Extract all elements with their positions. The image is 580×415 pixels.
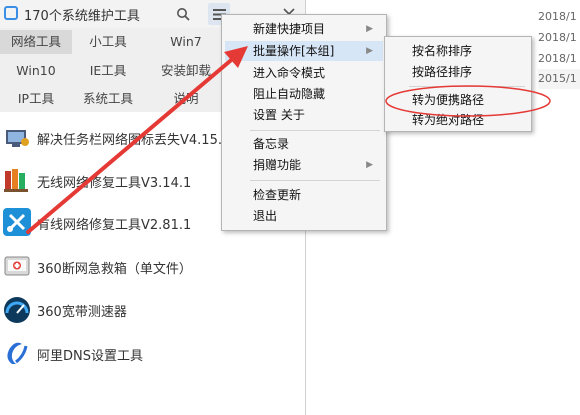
date-cell: 2015/1	[538, 69, 580, 89]
tab-win7[interactable]: Win7	[150, 30, 222, 54]
menu-item-check-update[interactable]: 检查更新	[225, 185, 383, 205]
tab-ie-tools[interactable]: IE工具	[72, 59, 144, 83]
menu-item-prevent-autohide[interactable]: 阻止自动隐藏	[225, 84, 383, 104]
menu-separator	[250, 130, 380, 131]
tool-label: 有线网络修复工具V2.81.1	[37, 218, 192, 233]
submenu-arrow-icon: ▶	[366, 24, 373, 34]
tab-instructions[interactable]: 说明	[150, 87, 222, 111]
menu-separator	[409, 86, 525, 87]
tab-ip-tools[interactable]: IP工具	[0, 87, 72, 111]
tab-install-uninstall[interactable]: 安装卸载	[150, 59, 222, 83]
submenu-arrow-icon: ▶	[366, 160, 373, 170]
menu-item-label: 设置 关于	[253, 108, 305, 122]
submenu-arrow-icon: ▶	[366, 46, 373, 56]
menu-separator	[250, 180, 380, 181]
menu-item-batch-operation[interactable]: 批量操作[本组] ▶	[225, 41, 383, 61]
app-title: 170个系统维护工具	[24, 9, 140, 24]
list-item[interactable]: 阿里DNS设置工具	[0, 334, 305, 374]
tab-system-tools[interactable]: 系统工具	[72, 87, 144, 111]
network-tray-icon	[6, 130, 29, 147]
tools-wrench-icon	[3, 208, 31, 236]
search-button[interactable]	[172, 3, 194, 25]
date-cell: 2018/1	[538, 10, 577, 23]
submenu-item-sort-by-name[interactable]: 按名称排序	[388, 41, 528, 61]
menu-item-command-mode[interactable]: 进入命令模式	[225, 63, 383, 83]
menu-item-memo[interactable]: 备忘录	[225, 134, 383, 154]
tab-win10[interactable]: Win10	[0, 59, 72, 83]
submenu-item-to-absolute-path[interactable]: 转为绝对路径	[388, 110, 528, 130]
menu-item-label: 检查更新	[253, 188, 302, 202]
menu-item-donate[interactable]: 捐赠功能 ▶	[225, 155, 383, 175]
menu-item-label: 进入命令模式	[253, 66, 326, 80]
tool-label: 解决任务栏网络图标丢失V4.15.1	[37, 133, 231, 148]
tab-network-tools[interactable]: 网络工具	[0, 30, 72, 54]
books-stack-icon	[4, 169, 28, 192]
submenu-item-label: 按名称排序	[412, 44, 473, 58]
list-item[interactable]: 360宽带测速器	[0, 290, 305, 330]
list-item[interactable]: 360断网急救箱（单文件）	[0, 247, 305, 287]
tab-small-tools[interactable]: 小工具	[72, 30, 144, 54]
tool-label: 阿里DNS设置工具	[37, 349, 143, 364]
menu-item-exit[interactable]: 退出	[225, 206, 383, 226]
date-cell: 2018/1	[538, 52, 577, 65]
dns-logo-icon	[7, 342, 28, 364]
menu-item-label: 退出	[253, 209, 278, 223]
speedometer-icon	[4, 297, 30, 323]
submenu-item-label: 转为便携路径	[412, 93, 485, 107]
tool-label: 360断网急救箱（单文件）	[37, 262, 192, 277]
menu-item-label: 新建快捷项目	[253, 22, 326, 36]
app-logo-icon	[4, 6, 18, 20]
menu-item-label: 捐赠功能	[253, 158, 302, 172]
first-aid-box-icon	[4, 256, 30, 276]
menu-item-label: 阻止自动隐藏	[253, 87, 326, 101]
submenu-item-label: 按路径排序	[412, 65, 473, 79]
search-icon	[177, 8, 190, 21]
menu-item-new-shortcut[interactable]: 新建快捷项目 ▶	[225, 19, 383, 39]
menu-item-label: 备忘录	[253, 137, 290, 151]
date-cell: 2018/1	[538, 31, 577, 44]
context-menu: 新建快捷项目 ▶ 批量操作[本组] ▶ 进入命令模式 阻止自动隐藏 设置 关于 备忘…	[221, 14, 387, 231]
tool-label: 无线网络修复工具V3.14.1	[37, 176, 192, 191]
tool-label: 360宽带测速器	[37, 305, 127, 320]
submenu-item-to-portable-path[interactable]: 转为便携路径	[388, 90, 528, 110]
submenu-item-label: 转为绝对路径	[412, 113, 485, 127]
menu-item-label: 批量操作[本组]	[253, 44, 335, 58]
submenu-item-sort-by-path[interactable]: 按路径排序	[388, 62, 528, 82]
batch-operation-submenu: 按名称排序 按路径排序 转为便携路径 转为绝对路径	[384, 36, 532, 132]
menu-item-settings-about[interactable]: 设置 关于	[225, 105, 383, 125]
